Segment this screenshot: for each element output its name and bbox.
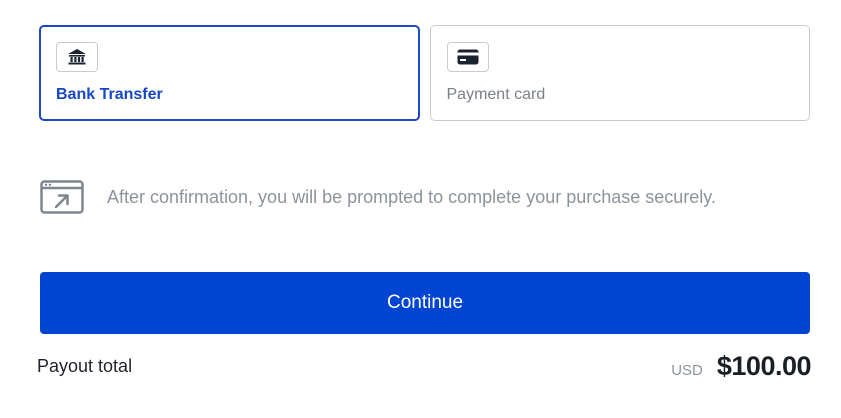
payout-total-row: Payout total USD $100.00 (37, 346, 812, 386)
credit-card-icon (446, 42, 489, 72)
redirect-notice: After confirmation, you will be prompted… (40, 180, 716, 214)
amount-value: $100.00 (716, 350, 812, 381)
continue-button[interactable]: Continue (40, 272, 810, 334)
currency-code: USD (671, 361, 703, 379)
payment-card-option[interactable]: Payment card (429, 25, 810, 121)
payment-method-selector: Bank Transfer Payment card (39, 25, 810, 121)
bank-transfer-option[interactable]: Bank Transfer (39, 25, 420, 121)
notice-text: After confirmation, you will be prompted… (107, 186, 716, 207)
payment-page: Bank Transfer Payment card After confirm… (0, 0, 841, 418)
payout-total-label: Payout total (37, 355, 133, 376)
payment-card-label: Payment card (446, 86, 546, 103)
external-window-icon (40, 180, 84, 214)
bank-transfer-label: Bank Transfer (56, 86, 163, 103)
payout-total-amount: USD $100.00 (671, 351, 811, 382)
bank-icon (56, 42, 98, 72)
